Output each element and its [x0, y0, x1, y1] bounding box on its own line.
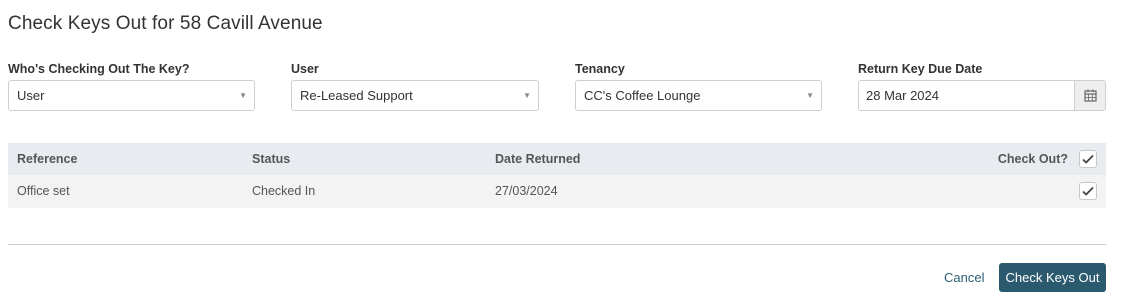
- calendar-button[interactable]: [1074, 80, 1106, 111]
- cancel-button[interactable]: Cancel: [944, 268, 984, 288]
- chevron-down-icon: ▼: [806, 91, 814, 100]
- who-label: Who's Checking Out The Key?: [8, 62, 190, 76]
- row-status: Checked In: [252, 184, 316, 198]
- row-reference: Office set: [17, 184, 70, 198]
- tenancy-select[interactable]: CC's Coffee Lounge ▼: [575, 80, 822, 111]
- tenancy-select-value: CC's Coffee Lounge: [584, 88, 701, 103]
- table-row: Office set Checked In 27/03/2024: [8, 175, 1106, 208]
- tenancy-label: Tenancy: [575, 62, 625, 76]
- page-title: Check Keys Out for 58 Cavill Avenue: [8, 13, 323, 34]
- check-keys-out-button[interactable]: Check Keys Out: [999, 263, 1106, 292]
- chevron-down-icon: ▼: [239, 91, 247, 100]
- chevron-down-icon: ▼: [523, 91, 531, 100]
- keys-table: Reference Status Date Returned Check Out…: [8, 143, 1106, 208]
- user-select-value: Re-Leased Support: [300, 88, 413, 103]
- row-checkbox[interactable]: [1079, 182, 1097, 200]
- header-reference: Reference: [17, 152, 78, 166]
- who-select[interactable]: User ▼: [8, 80, 255, 111]
- return-date-label: Return Key Due Date: [858, 62, 983, 76]
- check-icon: [1082, 154, 1094, 164]
- select-all-checkbox[interactable]: [1079, 150, 1097, 168]
- row-date-returned: 27/03/2024: [495, 184, 558, 198]
- calendar-icon: [1083, 89, 1097, 102]
- user-label: User: [291, 62, 319, 76]
- user-field: User Re-Leased Support ▼: [291, 60, 539, 111]
- divider: [8, 244, 1106, 245]
- who-select-value: User: [17, 88, 45, 103]
- table-header: Reference Status Date Returned Check Out…: [8, 143, 1106, 175]
- tenancy-field: Tenancy CC's Coffee Lounge ▼: [575, 60, 822, 111]
- who-field: Who's Checking Out The Key? User ▼: [8, 60, 255, 111]
- check-icon: [1082, 186, 1094, 196]
- return-date-field: Return Key Due Date 28 Mar 2024: [858, 60, 1106, 111]
- user-select[interactable]: Re-Leased Support ▼: [291, 80, 539, 111]
- header-check-out: Check Out?: [997, 152, 1068, 166]
- header-status: Status: [252, 152, 291, 166]
- return-date-input[interactable]: 28 Mar 2024: [858, 80, 1074, 111]
- header-date-returned: Date Returned: [495, 152, 581, 166]
